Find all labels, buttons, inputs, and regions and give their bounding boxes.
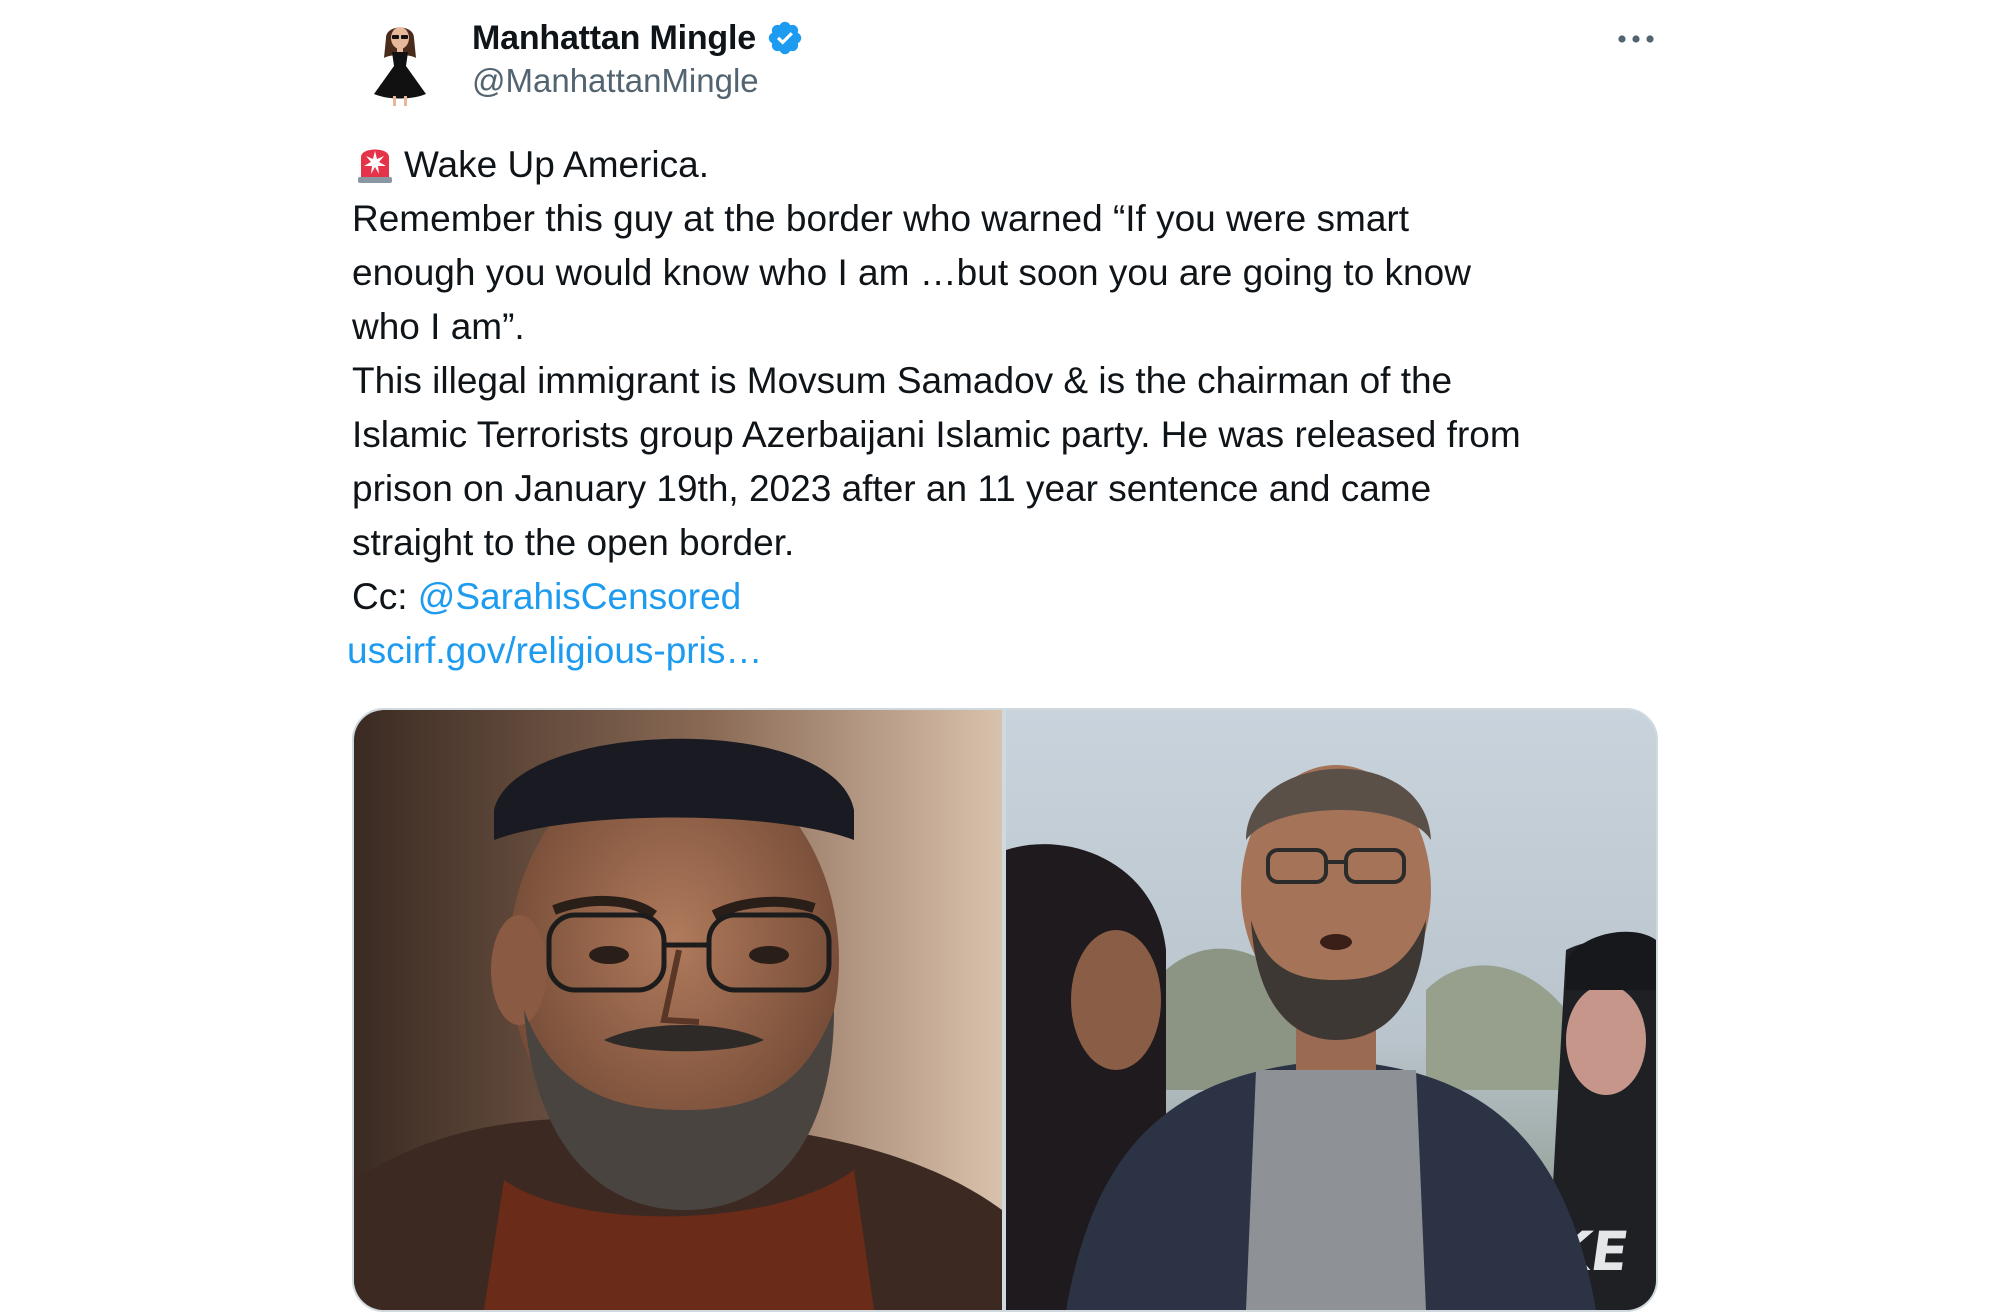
author-handle[interactable]: @ManhattanMingle xyxy=(472,62,759,100)
tweet-text-line-3: enough you would know who I am …but soon… xyxy=(352,252,1471,293)
avatar[interactable] xyxy=(352,14,448,110)
tweet[interactable]: Manhattan Mingle @ManhattanMingle Wake U… xyxy=(347,0,1658,1312)
more-options-icon[interactable] xyxy=(1612,20,1660,58)
author-name-row: Manhattan Mingle xyxy=(472,14,804,62)
tweet-text-line-7: prison on January 19th, 2023 after an 11… xyxy=(352,468,1432,509)
tweet-text-line-8: straight to the open border. xyxy=(352,522,795,563)
mention-link[interactable]: @SarahisCensored xyxy=(418,576,741,617)
tweet-text-line-1: Wake Up America. xyxy=(352,138,1662,192)
verified-badge-icon xyxy=(768,21,802,55)
external-link[interactable]: uscirf.gov/religious-pris… xyxy=(347,624,1662,678)
tweet-text-line-5: This illegal immigrant is Movsum Samadov… xyxy=(352,360,1453,401)
tweet-text-line-2: Remember this guy at the border who warn… xyxy=(352,198,1410,239)
avatar-illustration-icon xyxy=(352,14,448,110)
cc-line: Cc: @SarahisCensored xyxy=(352,570,1662,624)
display-name[interactable]: Manhattan Mingle xyxy=(472,19,756,58)
police-siren-icon xyxy=(358,149,392,183)
cc-label: Cc: xyxy=(352,576,408,617)
tweet-text: Wake Up America. Remember this guy at th… xyxy=(347,138,1662,678)
tweet-text-line-6: Islamic Terrorists group Azerbaijani Isl… xyxy=(352,414,1521,455)
photo-man-with-cap-and-glasses[interactable] xyxy=(354,710,1002,1310)
media-grid: WKE xyxy=(352,708,1658,1312)
tweet-text-line-4: who I am”. xyxy=(352,306,525,347)
photo-man-at-border[interactable]: WKE xyxy=(1006,710,1656,1310)
